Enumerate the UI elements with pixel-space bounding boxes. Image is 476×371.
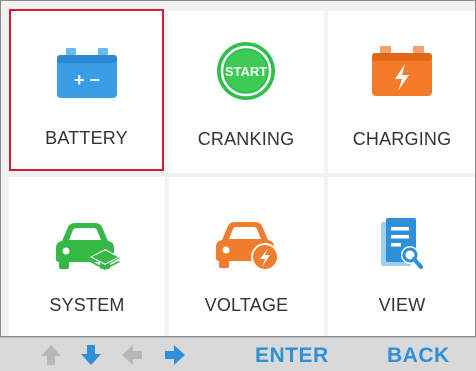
enter-button[interactable]: ENTER [255,344,329,368]
car-system-icon [56,223,120,270]
tile-label-voltage: VOLTAGE [204,295,289,315]
tile-voltage[interactable]: VOLTAGE [169,177,324,337]
start-badge-text: START [225,64,267,79]
tile-view[interactable]: VIEW [328,177,476,337]
arrow-down-icon[interactable] [80,344,102,366]
arrow-up-icon[interactable] [40,344,62,366]
battery-icon: + − [56,48,117,98]
arrow-right-icon[interactable] [164,344,186,366]
charging-battery-icon [372,46,432,96]
start-button-icon: START [217,42,275,100]
tile-label-cranking: CRANKING [197,129,295,149]
tile-label-view: VIEW [378,295,426,315]
tile-label-charging: CHARGING [352,129,452,149]
tile-system[interactable]: SYSTEM [9,177,165,337]
car-voltage-icon [215,222,279,271]
view-document-icon [381,218,423,269]
tile-label-system: SYSTEM [49,295,125,315]
tile-charging[interactable]: CHARGING [328,11,476,173]
battery-terminals: + − [73,70,99,90]
menu-grid: + − BATTERY START CRANKING CHARGING SYST… [0,0,476,337]
arrow-left-icon[interactable] [121,344,143,366]
bottom-nav-bar: ENTER BACK [0,337,476,371]
tile-battery[interactable]: + − BATTERY [9,9,164,171]
tile-cranking[interactable]: START CRANKING [168,11,324,173]
tile-label-battery: BATTERY [45,128,128,148]
back-button[interactable]: BACK [387,344,450,368]
